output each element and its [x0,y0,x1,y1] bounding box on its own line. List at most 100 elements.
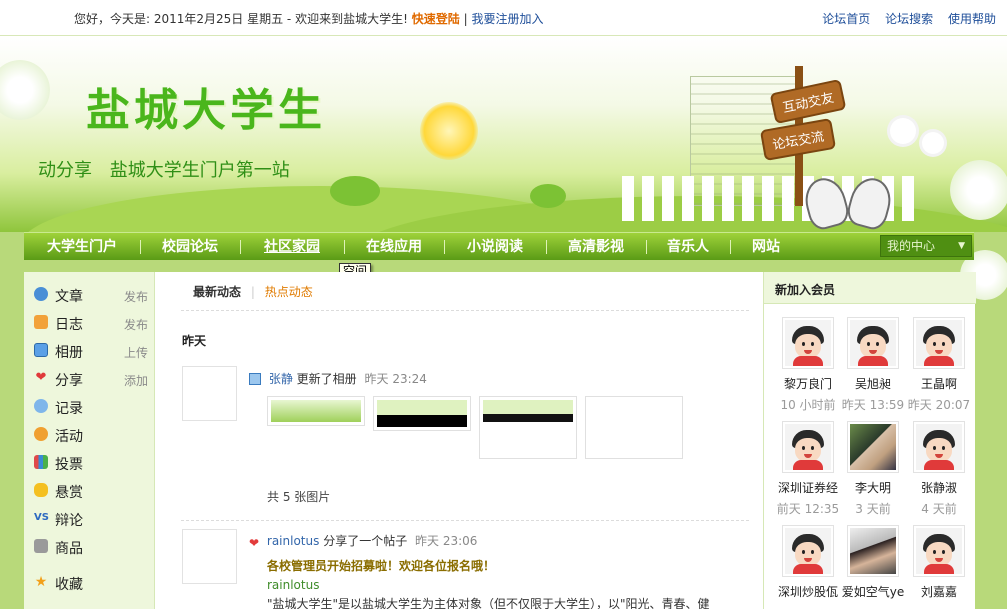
shared-post-author[interactable]: rainlotus [267,578,319,592]
tree-decoration [530,184,566,208]
sidebar-item-label[interactable]: 投票 [55,454,83,474]
avatar[interactable] [913,317,965,369]
member-card[interactable]: 深圳证券经 前天 12:35 [775,421,841,521]
avatar[interactable] [847,525,899,577]
member-name[interactable]: 王晶啊 [906,375,972,392]
album-photo[interactable] [267,396,365,426]
album-photo[interactable] [479,396,577,459]
tab-latest[interactable]: 最新动态 [193,285,241,299]
publish-article-link[interactable]: 发布 [124,288,148,305]
butterfly-illustration [800,173,896,232]
upload-photo-link[interactable]: 上传 [124,344,148,361]
member-card[interactable]: 王晶啊 昨天 20:07 [906,317,972,417]
register-link[interactable]: 我要注册加入 [471,12,543,26]
sidebar-item-label[interactable]: 收藏 [55,574,83,594]
nav-community[interactable]: 社区家园 [250,233,334,261]
sidebar-item-poll[interactable]: 投票 [24,448,155,476]
member-card[interactable]: 张静淑 4 天前 [906,421,972,521]
publish-blog-link[interactable]: 发布 [124,316,148,333]
member-card[interactable]: 刘嘉嘉 [906,525,972,609]
day-label: 昨天 [182,334,207,348]
sidebar-item-label[interactable]: 辩论 [55,510,83,530]
feed-time: 昨天 23:06 [415,534,478,548]
sidebar-item-blog[interactable]: 日志 发布 [24,308,155,336]
avatar[interactable] [182,366,237,421]
nav-sites[interactable]: 网站 [740,233,792,261]
member-join-time: 昨天 13:59 [841,398,905,412]
avatar[interactable] [782,421,834,473]
nav-movies[interactable]: 高清影视 [556,233,636,261]
sidebar-item-goods[interactable]: 商品 [24,532,155,560]
member-name[interactable]: 黎万良门 [775,375,841,392]
forum-home-link[interactable]: 论坛首页 [822,12,870,26]
my-center-dropdown[interactable]: 我的中心 ▼ [880,235,972,257]
member-join-time: 10 小时前 [780,398,836,412]
member-name[interactable]: 吴旭昶 [840,375,906,392]
avatar[interactable] [847,421,899,473]
sidebar-item-article[interactable]: 文章 发布 [24,280,155,308]
sidebar-item-reward[interactable]: 悬赏 [24,476,155,504]
sidebar-item-label[interactable]: 分享 [55,370,83,390]
member-name[interactable]: 张静淑 [906,479,972,496]
member-card[interactable]: 黎万良门 10 小时前 [775,317,841,417]
member-card[interactable]: 吴旭昶 昨天 13:59 [840,317,906,417]
help-link[interactable]: 使用帮助 [948,12,996,26]
member-join-time: 4 天前 [921,502,957,516]
sidebar-item-record[interactable]: 记录 [24,392,155,420]
top-links: 论坛首页 论坛搜索 使用帮助 [822,10,1007,27]
sidebar-item-label[interactable]: 商品 [55,538,83,558]
shared-post-title[interactable]: 各校管理员开始招募啦！欢迎各位报名哦！ [267,557,495,574]
sidebar-item-label[interactable]: 相册 [55,342,83,362]
member-name[interactable]: 爱如空气ye [840,583,906,600]
blog-icon [34,315,48,329]
avatar[interactable] [913,525,965,577]
greeting-text: 您好，今天是: 2011年2月25日 星期五 - 欢迎来到盐城大学生! [74,12,408,26]
share-icon: ❤ [35,370,47,385]
feed-action-text: 分享了一个帖子 [323,534,408,548]
tab-hot[interactable]: 热点动态 [265,285,313,299]
slogan-right: 盐城大学生门户第一站 [109,160,290,181]
album-photo[interactable] [585,396,683,459]
sidebar-item-event[interactable]: 活动 [24,420,155,448]
nav-music[interactable]: 音乐人 [656,233,720,261]
nav-novels[interactable]: 小说阅读 [454,233,536,261]
member-card[interactable]: 爱如空气ye [840,525,906,609]
member-name[interactable]: 深圳炒股佤 [775,583,841,600]
reward-icon [34,483,48,497]
sidebar-item-share[interactable]: ❤ 分享 添加 [24,364,155,392]
member-card[interactable]: 深圳炒股佤 [775,525,841,609]
feed-action-text: 更新了相册 [296,372,357,386]
header-banner: 互动交友 论坛交流 盐城大学生 动分享 盐城大学生门户第一站 [0,36,1007,232]
sidebar-item-label[interactable]: 日志 [55,314,83,334]
feed-user-link[interactable]: rainlotus [267,534,319,548]
sidebar-item-label[interactable]: 悬赏 [55,482,83,502]
avatar[interactable] [913,421,965,473]
forum-search-link[interactable]: 论坛搜索 [885,12,933,26]
daisy-decoration [922,132,944,154]
sidebar-item-album[interactable]: 相册 上传 [24,336,155,364]
feed-panel: 最新动态 | 热点动态 昨天 张静 更新了相册 昨天 23:24 共 5 张图片… [155,272,763,609]
album-photo[interactable] [373,396,471,431]
member-card[interactable]: 李大明 3 天前 [840,421,906,521]
sidebar-item-favorite[interactable]: ★ 收藏 [24,568,155,596]
avatar[interactable] [182,529,237,584]
member-name[interactable]: 李大明 [840,479,906,496]
feed-time: 昨天 23:24 [364,372,427,386]
nav-forum[interactable]: 校园论坛 [150,233,230,261]
sidebar-item-debate[interactable]: VS 辩论 [24,504,155,532]
sidebar-item-label[interactable]: 活动 [55,426,83,446]
album-icon [249,373,261,385]
add-share-link[interactable]: 添加 [124,372,148,389]
member-name[interactable]: 深圳证券经 [775,479,841,496]
sidebar-item-label[interactable]: 记录 [55,398,83,418]
nav-apps[interactable]: 在线应用 [354,233,434,261]
sidebar-item-label[interactable]: 文章 [55,286,83,306]
nav-portal[interactable]: 大学生门户 [34,233,130,261]
quick-login-link[interactable]: 快速登陆 [412,12,460,26]
avatar[interactable] [782,317,834,369]
chevron-down-icon: ▼ [958,241,965,251]
avatar[interactable] [847,317,899,369]
feed-user-link[interactable]: 张静 [269,372,293,386]
avatar[interactable] [782,525,834,577]
member-name[interactable]: 刘嘉嘉 [906,583,972,600]
